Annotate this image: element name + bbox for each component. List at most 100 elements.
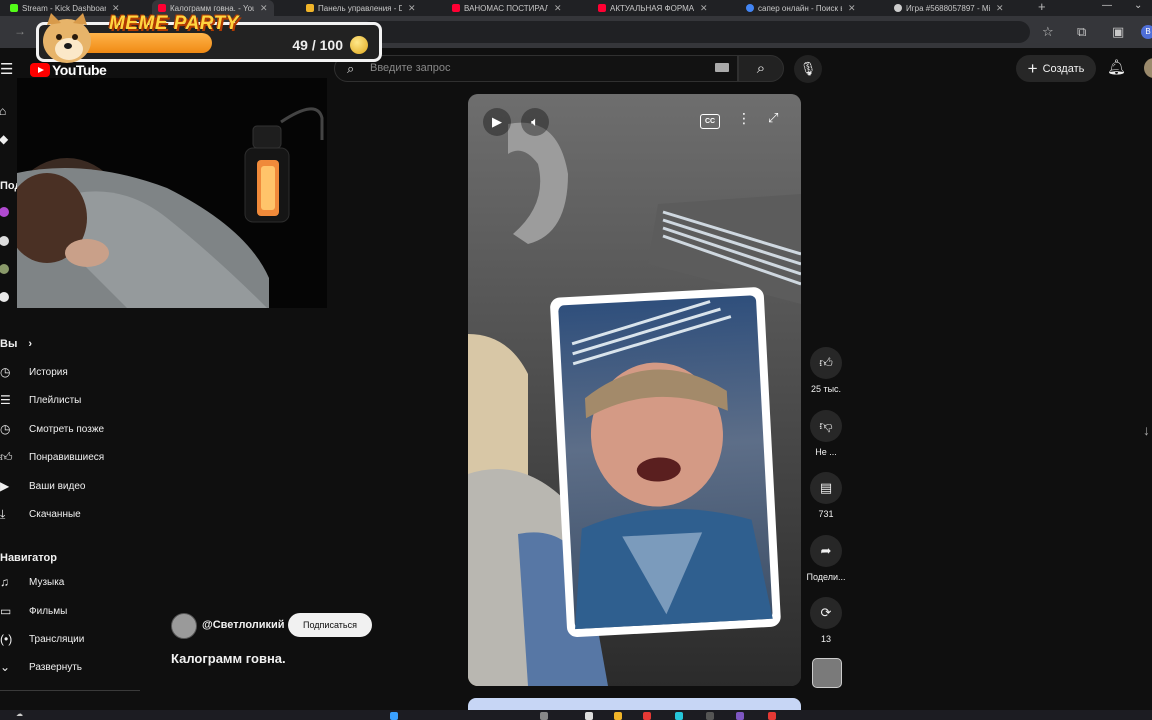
channel-avatar[interactable] (0, 207, 9, 217)
sidebar-toggle-icon[interactable]: ▣ (1112, 24, 1124, 40)
folder-icon[interactable] (614, 712, 622, 720)
expand-icon: ⌄ (0, 660, 11, 674)
sidebar-item-playlists[interactable]: ☰ Плейлисты (0, 389, 81, 411)
taskbar-app-icon[interactable] (675, 712, 683, 720)
taskbar-app-icon[interactable] (585, 712, 593, 720)
play-button[interactable]: ▶ (483, 108, 511, 136)
movies-icon: ▭ (0, 604, 12, 618)
taskbar-app-icon[interactable] (540, 712, 548, 720)
like-action[interactable]: 👍︎ 25 тыс. (806, 347, 846, 394)
sidebar-item-your-videos[interactable]: ▶ Ваши видео (0, 475, 85, 497)
remix-icon[interactable]: ⟳ (810, 597, 842, 629)
tab-title: Игра #5688057897 - Min (906, 3, 990, 13)
home-icon[interactable]: ⌂ (0, 104, 6, 118)
channel-avatar[interactable] (171, 613, 197, 639)
windows-start-icon[interactable] (390, 712, 398, 720)
sidebar-item-movies[interactable]: ▭ Фильмы (0, 600, 67, 622)
share-label: Подели... (806, 572, 846, 582)
channel-name[interactable]: @Светлоликий (202, 619, 285, 631)
taskbar-app-icon[interactable] (768, 712, 776, 720)
voice-search-button[interactable]: 🎙 (794, 55, 822, 83)
channel-avatar[interactable] (0, 264, 9, 274)
short-title: Калограмм говна. (171, 651, 286, 666)
sidebar-item-downloads[interactable]: ⤓ Скачанные (0, 503, 81, 525)
taskbar-app-icon[interactable] (643, 712, 651, 720)
minimize-window-icon[interactable]: — (1102, 0, 1112, 11)
browser-tab[interactable]: Панель управления - Do ✕ (306, 0, 416, 16)
browser-tab[interactable]: АКТУАЛЬНАЯ ФОРМА АГ ✕ (598, 0, 708, 16)
sidebar-item-label: Трансляции (29, 633, 85, 645)
playlists-icon: ☰ (0, 393, 11, 407)
search-favicon (746, 4, 754, 12)
sidebar-divider (0, 690, 140, 691)
weather-widget[interactable]: ☁ (16, 710, 23, 718)
shorts-icon[interactable]: ◆ (0, 132, 8, 146)
music-icon: ♫ (0, 575, 9, 589)
sidebar-item-label: История (29, 366, 68, 378)
window-menu-icon[interactable]: ⌄ (1134, 0, 1142, 11)
browser-tab[interactable]: ВАНОМАС ПОСТИРАЛ Ш ✕ (452, 0, 562, 16)
share-action[interactable]: ➦ Подели... (806, 535, 846, 582)
sidebar-item-history[interactable]: ◷ История (0, 361, 68, 383)
sound-thumbnail[interactable] (812, 658, 842, 688)
channel-avatar[interactable] (0, 236, 9, 246)
thumbs-up-icon[interactable]: 👍︎ (810, 347, 842, 379)
sidebar-item-liked[interactable]: 👍︎ Понравившиеся (0, 446, 104, 468)
next-short-preview[interactable] (468, 698, 801, 710)
remix-action[interactable]: ⟳ 13 (806, 597, 846, 644)
you-section-link[interactable]: Вы › (0, 338, 32, 350)
share-icon[interactable]: ➦ (810, 535, 842, 567)
comments-count: 731 (818, 509, 834, 519)
close-tab-icon[interactable]: ✕ (408, 3, 416, 14)
meme-party-count: 49 / 100 (292, 37, 343, 53)
close-tab-icon[interactable]: ✕ (260, 3, 268, 14)
next-video-arrow-icon[interactable]: ↓ (1143, 422, 1150, 438)
webcam-overlay (17, 78, 327, 308)
taskbar-app-icon[interactable] (706, 712, 714, 720)
search-input[interactable]: ⌕ Введите запрос (334, 55, 738, 82)
browser-tab[interactable]: сапер онлайн - Поиск в ✕ (746, 0, 856, 16)
address-bar[interactable] (360, 21, 1030, 43)
close-tab-icon[interactable]: ✕ (848, 3, 856, 14)
dislike-label: Не ... (815, 447, 837, 457)
tab-title: Калограмм говна. - YouT (170, 3, 254, 13)
notifications-bell-icon[interactable]: 🔔︎ (1107, 58, 1126, 76)
taskbar-app-icon[interactable] (736, 712, 744, 720)
extensions-icon[interactable]: ⧉ (1077, 24, 1086, 40)
user-avatar[interactable] (1144, 58, 1152, 78)
thumbs-down-icon[interactable]: 👎︎ (810, 410, 842, 442)
captions-icon[interactable]: CC (700, 114, 720, 129)
sidebar-item-label: Плейлисты (29, 394, 82, 406)
keyboard-icon[interactable] (715, 63, 729, 72)
channel-avatar[interactable] (0, 292, 9, 302)
search-button[interactable]: ⌕ (738, 55, 784, 82)
sidebar-item-music[interactable]: ♫ Музыка (0, 571, 64, 593)
browser-tab[interactable]: Игра #5688057897 - Min ✕ (894, 0, 1004, 16)
new-tab-button[interactable]: + (1038, 0, 1046, 14)
close-tab-icon[interactable]: ✕ (700, 3, 708, 14)
dislike-action[interactable]: 👎︎ Не ... (806, 410, 846, 457)
remix-count: 13 (820, 634, 831, 644)
sidebar-item-live[interactable]: (•) Трансляции (0, 628, 84, 650)
sidebar-item-label: Скачанные (29, 508, 81, 520)
bookmark-star-icon[interactable]: ☆ (1042, 24, 1054, 40)
comments-action[interactable]: ▤ 731 (806, 472, 846, 519)
close-tab-icon[interactable]: ✕ (554, 3, 562, 14)
microphone-icon: 🎙 (799, 61, 817, 76)
sidebar-item-label: Развернуть (29, 661, 83, 673)
sidebar-item-label: Музыка (29, 576, 65, 588)
shorts-video-player[interactable] (468, 94, 801, 686)
fullscreen-icon[interactable]: ⤢ (768, 110, 778, 126)
subscribe-button[interactable]: Подписаться (288, 613, 372, 637)
close-tab-icon[interactable]: ✕ (996, 3, 1004, 14)
sidebar-item-watch-later[interactable]: ◷ Смотреть позже (0, 418, 104, 440)
comment-icon[interactable]: ▤ (810, 472, 842, 504)
browser-profile-avatar[interactable]: B (1141, 25, 1152, 39)
close-tab-icon[interactable]: ✕ (112, 3, 120, 14)
forward-arrow-icon[interactable]: → (14, 24, 26, 38)
hamburger-menu-icon[interactable]: ☰ (0, 60, 13, 78)
volume-icon[interactable]: 🔈︎ (521, 108, 549, 136)
sidebar-item-expand[interactable]: ⌄ Развернуть (0, 656, 82, 678)
create-button[interactable]: + Создать (1016, 55, 1096, 82)
more-options-icon[interactable]: ⋮ (737, 110, 751, 127)
